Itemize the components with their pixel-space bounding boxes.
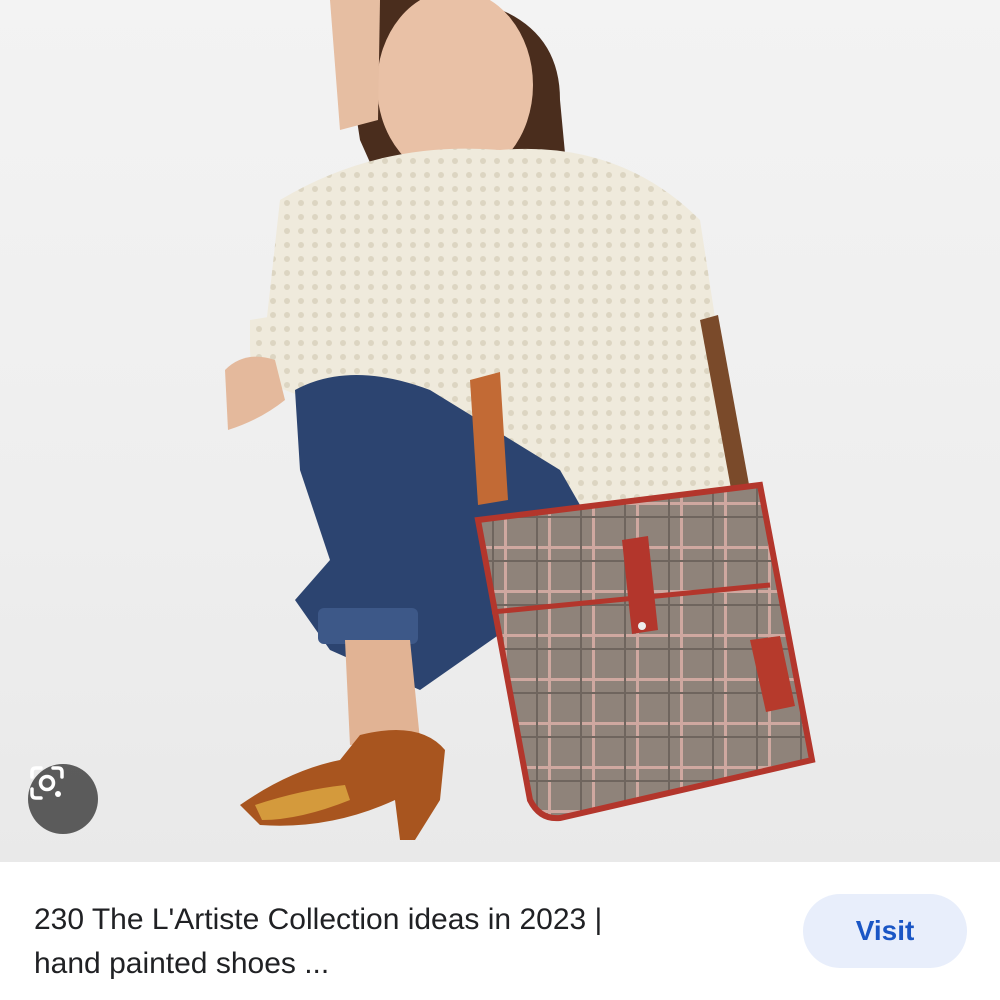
model-photo	[225, 0, 816, 840]
visit-button[interactable]: Visit	[803, 894, 967, 968]
result-title-line-2: hand painted shoes ...	[34, 947, 330, 980]
result-title[interactable]: 230 The L'Artiste Collection ideas in 20…	[34, 898, 774, 986]
result-image[interactable]	[0, 0, 1000, 862]
google-lens-button[interactable]	[28, 764, 98, 834]
result-title-line-1: 230 The L'Artiste Collection ideas in 20…	[34, 903, 603, 936]
google-lens-icon	[30, 766, 64, 800]
